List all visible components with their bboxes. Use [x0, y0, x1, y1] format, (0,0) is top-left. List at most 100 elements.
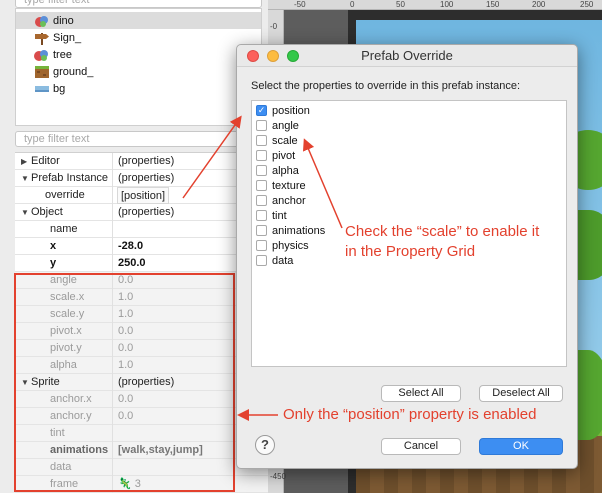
property-value[interactable]: -28.0	[118, 238, 143, 255]
property-value: 🦎 3	[118, 476, 141, 493]
checkbox-label: tint	[272, 209, 287, 222]
property-filter-input[interactable]: type filter text	[15, 131, 262, 147]
property-key: Editor	[31, 155, 60, 167]
grid-row-x[interactable]: x -28.0	[15, 238, 268, 255]
checkbox-label: physics	[272, 239, 309, 252]
tree-item-bg[interactable]: bg	[34, 80, 65, 97]
property-key: Object	[31, 206, 63, 218]
ruler-label: 0	[350, 0, 355, 9]
grid-row-pivot-y: pivot.y 0.0	[15, 340, 268, 357]
grid-row-editor[interactable]: ▶ Editor (properties)	[15, 153, 268, 170]
property-key: Sprite	[31, 376, 60, 388]
checkbox-position[interactable]: ✓ position	[256, 103, 310, 118]
property-key: pivot.y	[15, 340, 113, 357]
checkbox-checked-icon[interactable]: ✓	[256, 105, 267, 116]
checkbox-unchecked-icon[interactable]	[256, 255, 267, 266]
grid-row-anchor-y: anchor.y 0.0	[15, 408, 268, 425]
checkbox-unchecked-icon[interactable]	[256, 240, 267, 251]
tree-item-label: tree	[53, 48, 72, 61]
bg-image-icon	[35, 85, 49, 92]
checkbox-unchecked-icon[interactable]	[256, 225, 267, 236]
grid-row-prefab-instance[interactable]: ▼ Prefab Instance (properties)	[15, 170, 268, 187]
collapse-arrow-icon[interactable]: ▼	[21, 204, 31, 221]
checkbox-unchecked-icon[interactable]	[256, 120, 267, 131]
property-key: anchor.x	[15, 391, 113, 408]
grid-row-data: data	[15, 459, 268, 476]
window-minimize-button[interactable]	[267, 50, 279, 62]
checkbox-unchecked-icon[interactable]	[256, 135, 267, 146]
property-key: alpha	[15, 357, 113, 374]
grid-row-name[interactable]: name	[15, 221, 268, 238]
tree-item-label: Sign_	[53, 31, 82, 44]
grid-row-object[interactable]: ▼ Object (properties)	[15, 204, 268, 221]
expand-arrow-icon[interactable]: ▶	[21, 153, 31, 170]
window-maximize-button[interactable]	[287, 50, 299, 62]
checkbox-data[interactable]: data	[256, 253, 293, 268]
ruler-label: 250	[580, 0, 594, 9]
checkbox-unchecked-icon[interactable]	[256, 210, 267, 221]
property-key: override	[15, 187, 113, 204]
checkbox-animations[interactable]: animations	[256, 223, 325, 238]
tree-item-tree[interactable]: tree	[34, 46, 72, 63]
grid-row-animations[interactable]: animations [walk,stay,jump]	[15, 442, 268, 459]
property-value: 0.0	[118, 393, 134, 405]
checkbox-unchecked-icon[interactable]	[256, 180, 267, 191]
checkbox-alpha[interactable]: alpha	[256, 163, 299, 178]
grid-row-sprite[interactable]: ▼ Sprite (properties)	[15, 374, 268, 391]
property-value[interactable]: [walk,stay,jump]	[118, 442, 203, 459]
frame-number: 3	[134, 478, 141, 490]
collapse-arrow-icon[interactable]: ▼	[21, 374, 31, 391]
checkbox-label: scale	[272, 134, 298, 147]
tree-item-dino[interactable]: dino	[34, 12, 74, 29]
checkbox-texture[interactable]: texture	[256, 178, 306, 193]
window-close-button[interactable]	[247, 50, 259, 62]
ruler-label: 100	[440, 0, 454, 9]
checkbox-unchecked-icon[interactable]	[256, 150, 267, 161]
checkbox-unchecked-icon[interactable]	[256, 165, 267, 176]
collapse-arrow-icon[interactable]: ▼	[21, 170, 31, 187]
help-icon[interactable]: ?	[255, 435, 275, 455]
property-value[interactable]: 250.0	[118, 255, 146, 272]
override-value-button[interactable]: [position]	[117, 187, 170, 204]
property-grid: ▶ Editor (properties) ▼ Prefab Instance (p…	[15, 152, 268, 493]
checkbox-label: pivot	[272, 149, 296, 162]
frame-thumbnail-icon: 🦎	[118, 478, 132, 490]
property-key: scale.x	[15, 289, 113, 306]
grid-row-tint: tint	[15, 425, 268, 442]
checkbox-label: animations	[272, 224, 326, 237]
grid-row-scale-x: scale.x 1.0	[15, 289, 268, 306]
ruler-label: 150	[486, 0, 500, 9]
checkbox-unchecked-icon[interactable]	[256, 195, 267, 206]
property-key: scale.y	[15, 306, 113, 323]
property-key: angle	[15, 272, 113, 289]
outline-filter-input[interactable]: type filter text	[15, 0, 262, 8]
checkbox-label: alpha	[272, 164, 299, 177]
tree-sprite-icon	[34, 49, 48, 61]
cancel-button[interactable]: Cancel	[381, 438, 461, 455]
grid-row-y[interactable]: y 250.0	[15, 255, 268, 272]
checkbox-angle[interactable]: angle	[256, 118, 299, 133]
tree-item-ground[interactable]: ground_	[34, 63, 93, 80]
checkbox-tint[interactable]: tint	[256, 208, 287, 223]
checkbox-label: position	[272, 104, 310, 117]
dino-sprite-icon	[35, 15, 48, 27]
grid-row-override[interactable]: override [position]	[15, 187, 268, 204]
grid-row-anchor-x: anchor.x 0.0	[15, 391, 268, 408]
checkbox-anchor[interactable]: anchor	[256, 193, 306, 208]
property-value: (properties)	[118, 172, 175, 184]
select-all-button[interactable]: Select All	[381, 385, 461, 402]
tree-item-label: bg	[53, 82, 66, 95]
ok-button[interactable]: OK	[479, 438, 563, 455]
deselect-all-button[interactable]: Deselect All	[479, 385, 563, 402]
property-key: name	[15, 221, 113, 238]
checkbox-scale[interactable]: scale	[256, 133, 298, 148]
property-key: animations	[15, 442, 113, 459]
tree-item-sign[interactable]: Sign_	[34, 29, 81, 46]
checkbox-physics[interactable]: physics	[256, 238, 309, 253]
property-key: frame	[15, 476, 113, 493]
property-value: (properties)	[118, 155, 175, 167]
checkbox-pivot[interactable]: pivot	[256, 148, 295, 163]
checkbox-label: anchor	[272, 194, 306, 207]
property-key: x	[15, 238, 113, 255]
ruler-label: 200	[532, 0, 546, 9]
